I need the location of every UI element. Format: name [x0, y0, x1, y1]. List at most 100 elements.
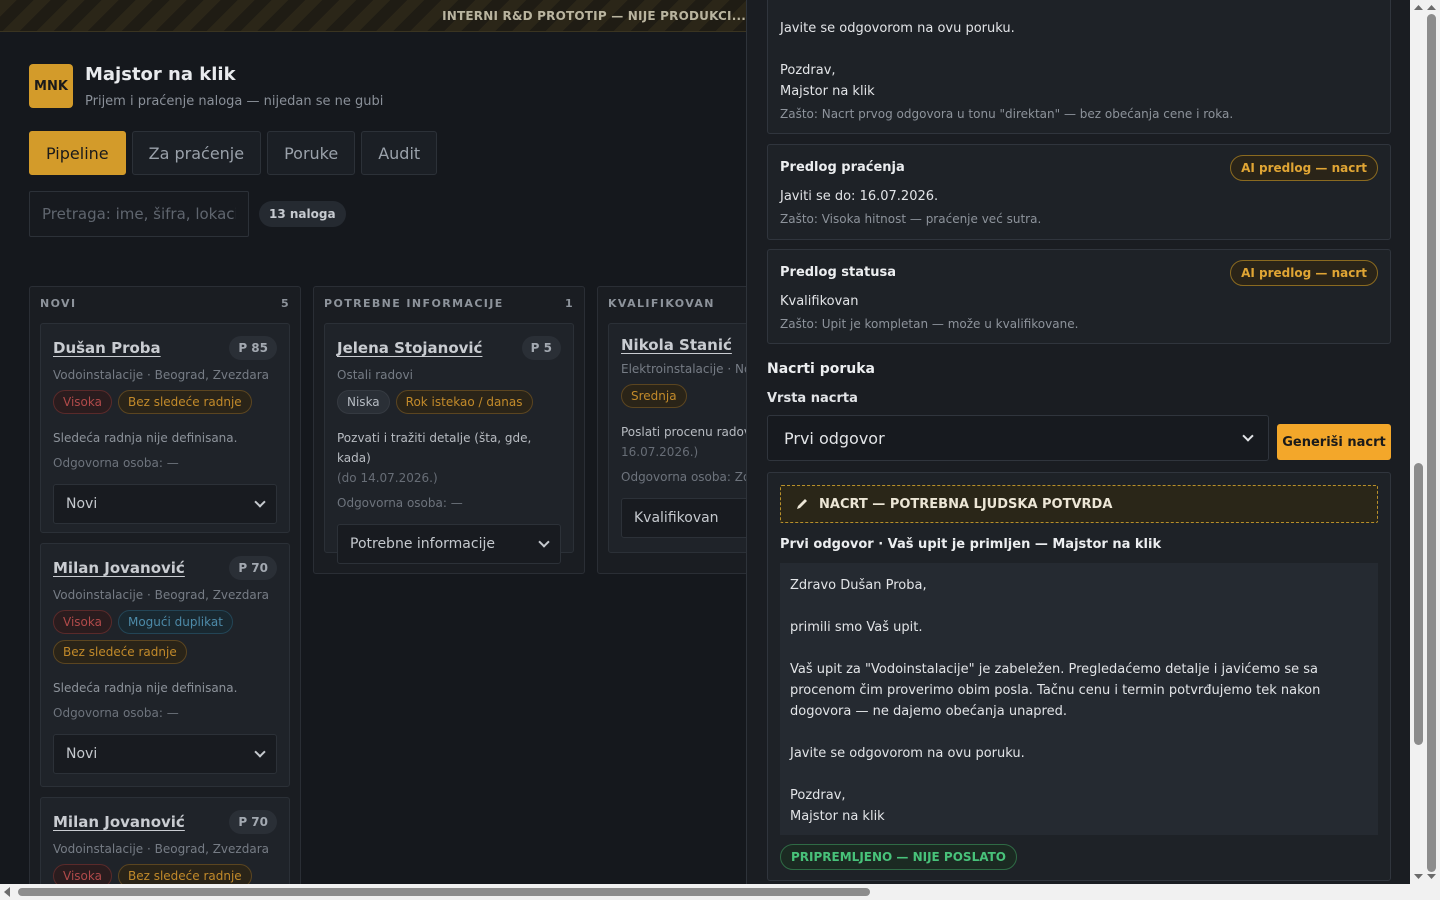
- owner-text: Odgovorna osoba: —: [53, 456, 179, 470]
- draft-blank-line: [790, 638, 1368, 659]
- suggestion-value: Kvalifikovan: [780, 294, 859, 309]
- draft-body[interactable]: Zdravo Dušan Proba, primili smo Vaš upit…: [780, 563, 1378, 835]
- status-select-value: Novi: [66, 496, 98, 512]
- chevron-down-icon: [254, 746, 266, 758]
- card-client-name[interactable]: Milan Jovanović: [53, 813, 185, 831]
- urgency-tag: Niska: [337, 390, 390, 414]
- priority-badge: P 85: [229, 336, 277, 360]
- priority-badge: P 70: [229, 810, 277, 834]
- warning-tag: Bez sledeće radnje: [53, 640, 187, 664]
- draft-type-select[interactable]: Prvi odgovor: [767, 415, 1269, 461]
- ai-draft-badge: AI predlog — nacrt: [1230, 260, 1378, 286]
- draft-line: primili smo Vaš upit.: [790, 620, 923, 635]
- next-action-text: Sledeća radnja nije definisana.: [53, 431, 238, 445]
- card-client-name[interactable]: Milan Jovanović: [53, 559, 185, 577]
- column-count: 1: [564, 296, 574, 310]
- owner-text: Odgovorna osoba: —: [337, 496, 463, 510]
- column-header: POTREBNE INFORMACIJE 1: [314, 287, 584, 319]
- draft-line: Majstor na klik: [790, 809, 885, 824]
- banner-text: INTERNI R&D PROTOTIP — NIJE PRODUKCI...: [442, 9, 746, 23]
- app-title: Majstor na klik: [85, 64, 236, 85]
- next-action-text: Pozvati i tražiti detalje (šta, gde, kad…: [337, 428, 561, 488]
- warning-tag: Bez sledeće radnje: [117, 864, 252, 884]
- next-action-text: Poslati procenu radov 16.07.2026.): [621, 422, 746, 462]
- main-tabs: Pipeline Za praćenje Poruke Audit: [29, 131, 438, 175]
- draft-type-value: Prvi odgovor: [784, 428, 885, 448]
- prototype-banner: INTERNI R&D PROTOTIP — NIJE PRODUKCI...: [0, 0, 746, 32]
- order-card[interactable]: Milan Jovanović P 70 Vodoinstalacije · B…: [40, 797, 290, 884]
- card-client-name[interactable]: Jelena Stojanović: [337, 339, 482, 357]
- generate-draft-button[interactable]: Generiši nacrt: [1277, 424, 1391, 460]
- status-select[interactable]: Kvalifikovan: [621, 498, 746, 538]
- order-card[interactable]: Dušan Proba P 85 Vodoinstalacije · Beogr…: [40, 323, 290, 533]
- urgency-tag: Visoka: [53, 390, 112, 414]
- draft-preview: NACRT — POTREBNA LJUDSKA POTVRDA Prvi od…: [767, 472, 1391, 881]
- chevron-down-icon: [538, 536, 550, 548]
- search-input[interactable]: [29, 191, 249, 237]
- reason-text: Zašto: Nacrt prvog odgovora u tonu "dire…: [780, 107, 1234, 121]
- warning-tag: Bez sledeće radnje: [117, 390, 252, 414]
- next-action-label: Poslati procenu radov: [621, 425, 746, 439]
- status-select[interactable]: Novi: [53, 484, 277, 524]
- vertical-scrollbar[interactable]: [1410, 0, 1440, 884]
- priority-badge: P 70: [229, 556, 277, 580]
- order-card[interactable]: Milan Jovanović P 70 Vodoinstalacije · B…: [40, 543, 290, 787]
- card-client-name[interactable]: Dušan Proba: [53, 339, 161, 357]
- suggestion-title: Predlog praćenja: [780, 160, 905, 175]
- order-detail-panel: Javite se odgovorom na ovu poruku. Pozdr…: [746, 0, 1410, 884]
- column-potrebne-informacije: POTREBNE INFORMACIJE 1 Jelena Stojanović…: [313, 286, 585, 574]
- tab-poruke[interactable]: Poruke: [267, 131, 356, 175]
- card-meta: Elektroinstalacije · Nov: [621, 362, 746, 376]
- chevron-down-icon: [1242, 430, 1254, 442]
- suggestion-title: Predlog statusa: [780, 265, 896, 280]
- first-reply-suggestion: Javite se odgovorom na ovu poruku. Pozdr…: [767, 0, 1391, 134]
- status-select[interactable]: Potrebne informacije: [337, 524, 561, 564]
- draft-blank-line: [790, 596, 1368, 617]
- warning-text: NACRT — POTREBNA LJUDSKA POTVRDA: [819, 496, 1113, 512]
- horizontal-scrollbar[interactable]: [0, 884, 1440, 900]
- order-count-badge: 13 naloga: [259, 201, 346, 227]
- human-confirmation-warning: NACRT — POTREBNA LJUDSKA POTVRDA: [780, 485, 1378, 523]
- reason-text: Zašto: Upit je kompletan — može u kvalif…: [780, 317, 1079, 331]
- next-action-text: Sledeća radnja nije definisana.: [53, 681, 238, 695]
- column-header: NOVI 5: [30, 287, 300, 319]
- column-kvalifikovan: KVALIFIKOVAN Nikola Stanić Elektroinstal…: [597, 286, 746, 574]
- follow-up-suggestion: Predlog praćenja AI predlog — nacrt Javi…: [767, 144, 1391, 240]
- urgency-tag: Srednja: [621, 384, 687, 408]
- suggestion-value: Javiti se do: 16.07.2026.: [780, 189, 939, 204]
- owner-text: Odgovorna osoba: —: [53, 706, 179, 720]
- column-title: POTREBNE INFORMACIJE: [324, 296, 504, 310]
- draft-type-label: Vrsta nacrta: [767, 391, 858, 406]
- next-action-label: Pozvati i tražiti detalje (šta, gde, kad…: [337, 431, 532, 465]
- column-title: KVALIFIKOVAN: [608, 296, 715, 310]
- status-select-value: Novi: [66, 746, 98, 762]
- chevron-down-icon: [254, 496, 266, 508]
- draft-line: Javite se odgovorom na ovu poruku.: [790, 746, 1025, 761]
- draft-line: Pozdrav,: [790, 788, 846, 803]
- urgency-tag: Visoka: [53, 864, 112, 884]
- status-select-value: Potrebne informacije: [350, 536, 495, 552]
- status-select[interactable]: Novi: [53, 734, 277, 774]
- column-title: NOVI: [40, 296, 77, 310]
- next-action-date: (do 14.07.2026.): [337, 471, 438, 485]
- column-header: KVALIFIKOVAN: [598, 287, 746, 319]
- tab-pipeline[interactable]: Pipeline: [29, 131, 126, 175]
- tab-audit[interactable]: Audit: [361, 131, 438, 175]
- card-meta: Vodoinstalacije · Beograd, Zvezdara: [53, 588, 269, 602]
- card-meta: Vodoinstalacije · Beograd, Zvezdara: [53, 842, 269, 856]
- scroll-arrows-icon: [1414, 5, 1436, 879]
- app-subtitle: Prijem i praćenje naloga — nijedan se ne…: [85, 94, 384, 109]
- status-select-value: Kvalifikovan: [634, 510, 719, 526]
- reply-line: Pozdrav,: [780, 63, 836, 78]
- scroll-left-arrow-icon: [4, 887, 10, 897]
- ai-draft-badge: AI predlog — nacrt: [1230, 155, 1378, 181]
- column-novi: NOVI 5 Dušan Proba P 85 Vodoinstalacije …: [29, 286, 301, 884]
- tab-za-pracenje[interactable]: Za praćenje: [131, 131, 262, 175]
- order-card[interactable]: Jelena Stojanović P 5 Ostali radovi Nisk…: [324, 323, 574, 564]
- draft-blank-line: [790, 722, 1368, 743]
- deadline-tag: Rok istekao / danas: [395, 390, 533, 414]
- next-action-date: 16.07.2026.): [621, 445, 699, 459]
- card-client-name[interactable]: Nikola Stanić: [621, 336, 732, 354]
- order-card[interactable]: Nikola Stanić Elektroinstalacije · Nov S…: [608, 323, 746, 553]
- card-meta: Ostali radovi: [337, 368, 413, 382]
